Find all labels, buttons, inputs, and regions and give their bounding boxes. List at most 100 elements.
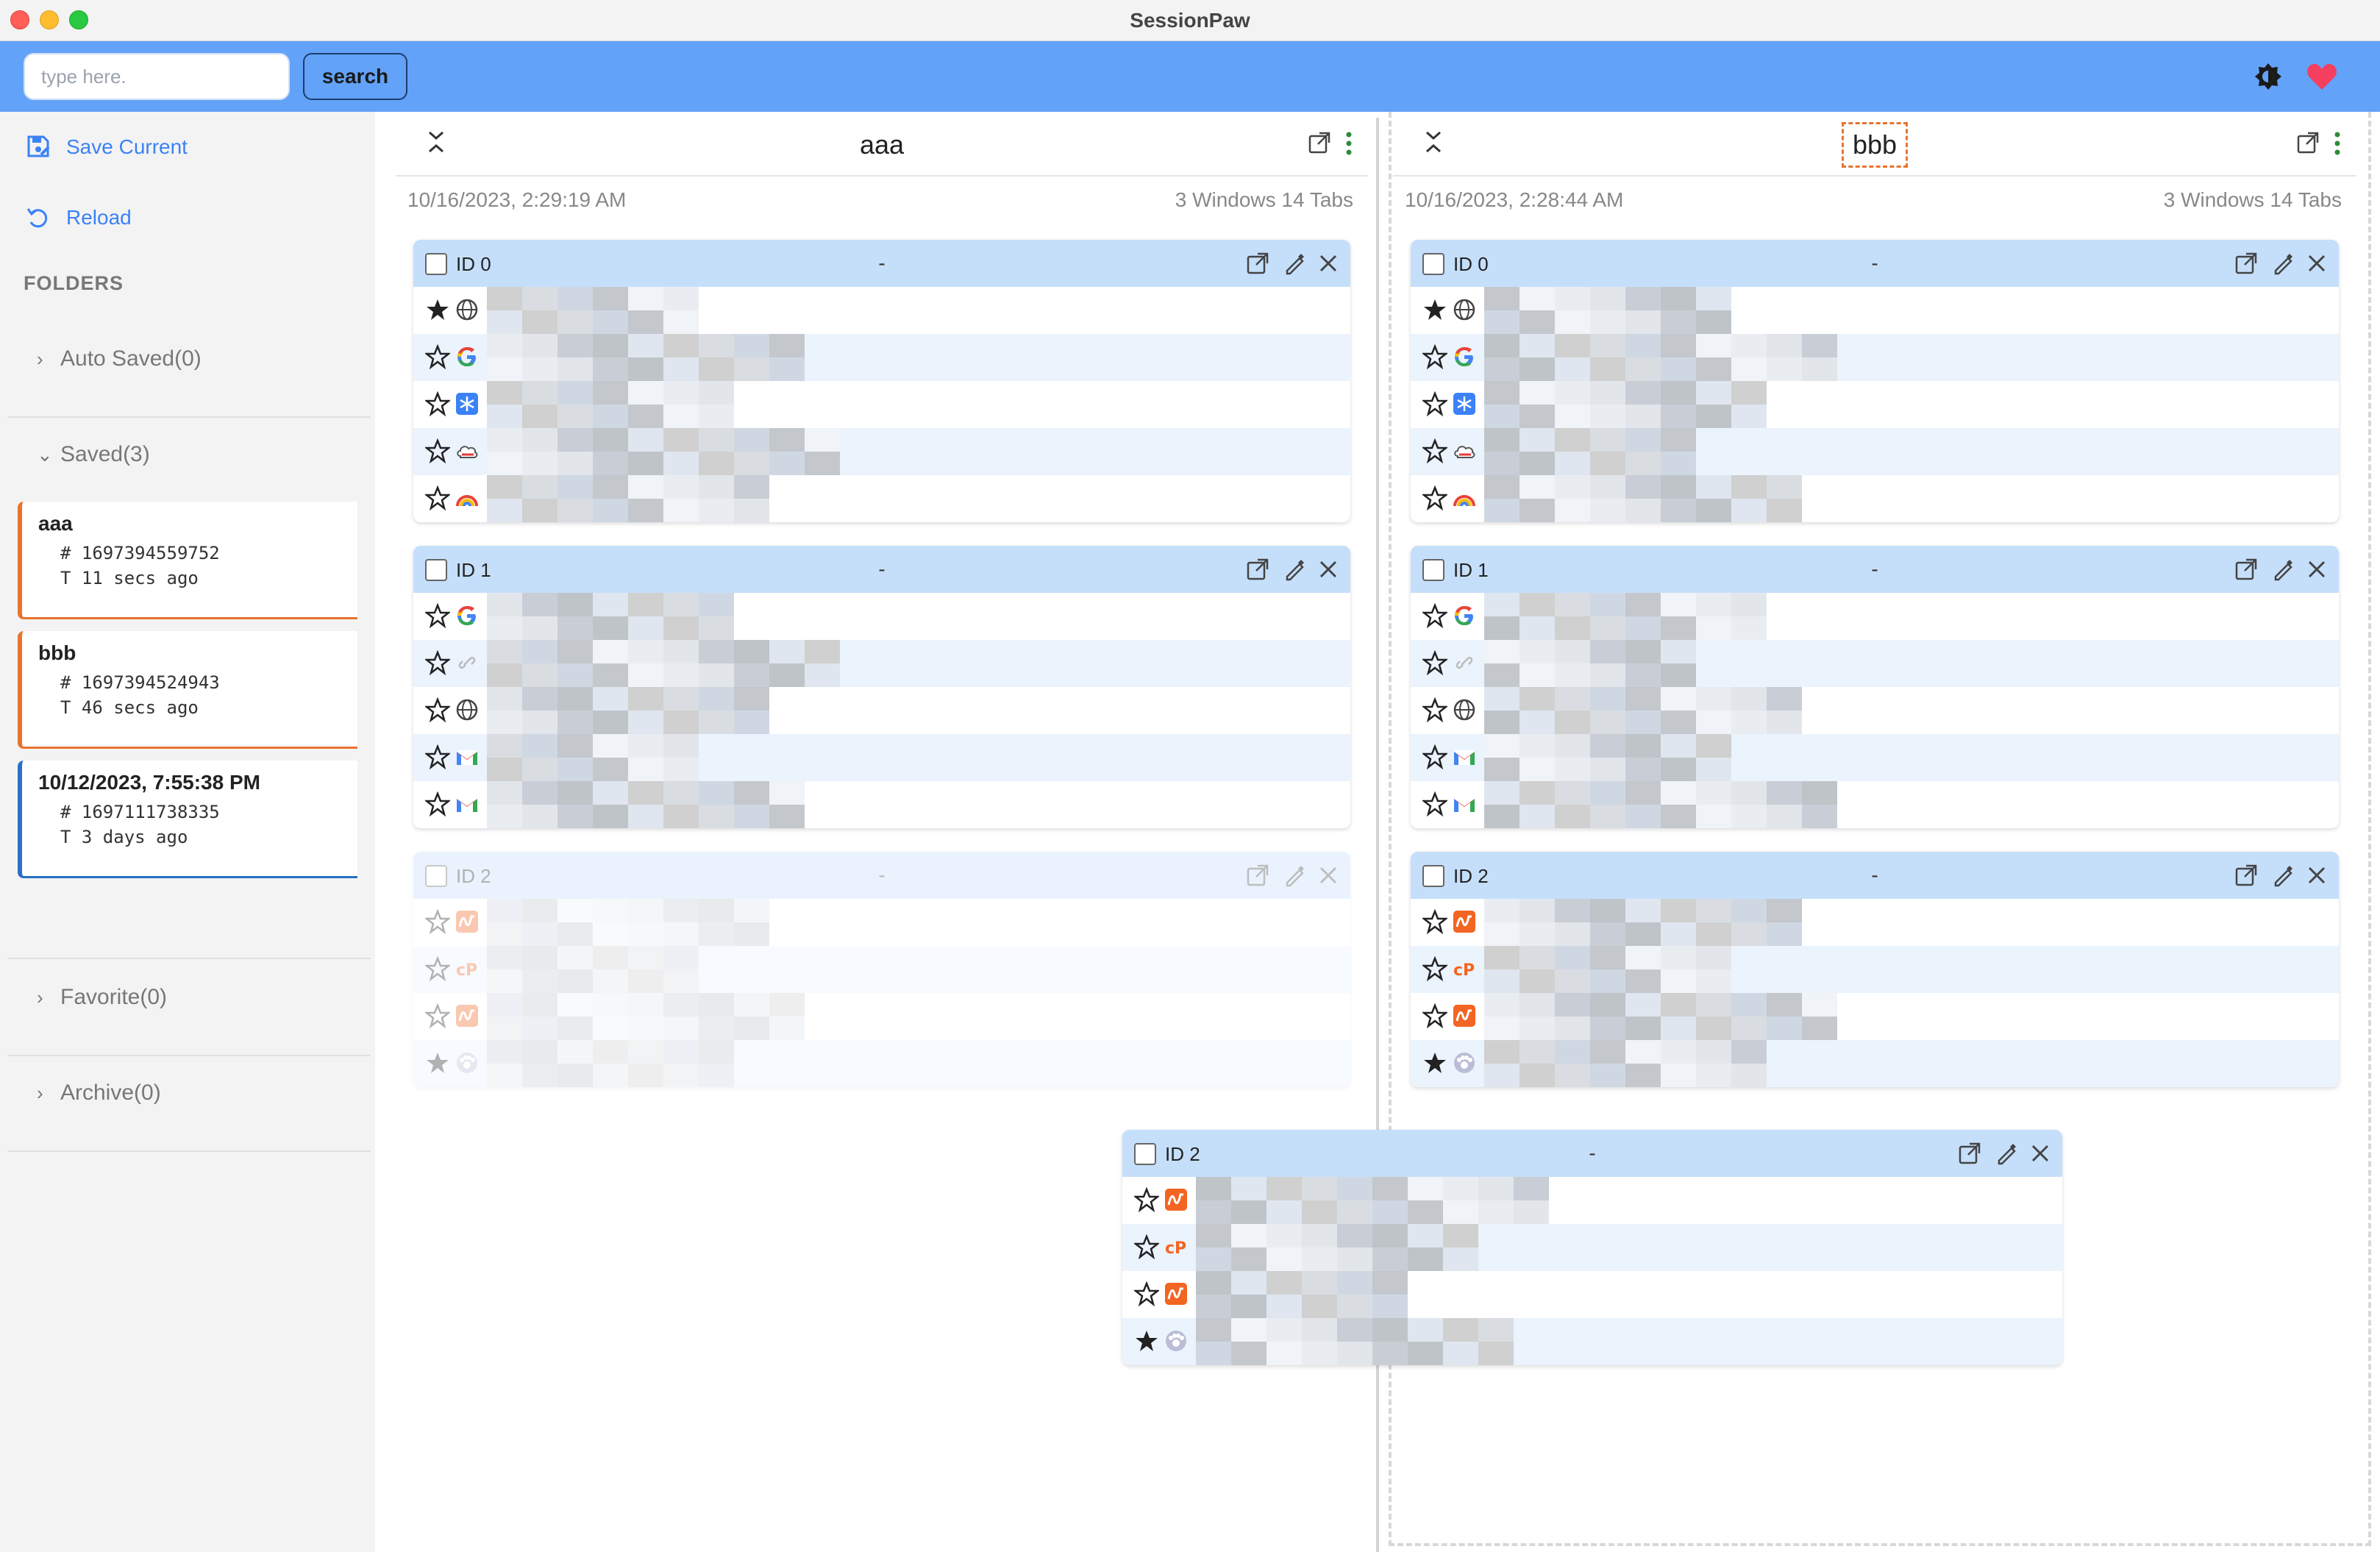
star-icon[interactable] bbox=[1422, 650, 1447, 675]
star-icon[interactable] bbox=[425, 791, 450, 816]
tab-row[interactable] bbox=[413, 993, 1350, 1040]
close-icon[interactable] bbox=[2305, 252, 2329, 275]
star-icon[interactable] bbox=[1134, 1234, 1159, 1259]
window-card[interactable]: ID 1- bbox=[1411, 546, 2339, 828]
tab-row[interactable] bbox=[1411, 781, 2339, 828]
dragging-window-card[interactable]: ID 2- cP bbox=[1122, 1130, 2062, 1365]
tab-row[interactable] bbox=[1411, 475, 2339, 522]
star-icon[interactable] bbox=[1422, 438, 1447, 463]
open-window-icon[interactable] bbox=[2234, 558, 2258, 581]
tab-row[interactable]: cP bbox=[413, 946, 1350, 993]
tab-row[interactable] bbox=[413, 734, 1350, 781]
tab-row[interactable] bbox=[1411, 993, 2339, 1040]
tab-row[interactable] bbox=[1411, 734, 2339, 781]
star-icon[interactable] bbox=[1422, 603, 1447, 628]
open-session-icon[interactable] bbox=[1308, 131, 1333, 156]
star-icon[interactable] bbox=[1134, 1187, 1159, 1212]
close-icon[interactable] bbox=[1317, 864, 1340, 887]
star-icon[interactable] bbox=[1422, 909, 1447, 934]
folder-auto-saved[interactable]: › Auto Saved(0) bbox=[37, 343, 202, 375]
edit-icon[interactable] bbox=[1995, 1142, 2018, 1165]
star-icon[interactable] bbox=[1422, 391, 1447, 416]
star-icon[interactable] bbox=[425, 344, 450, 369]
edit-icon[interactable] bbox=[2271, 864, 2295, 887]
open-window-icon[interactable] bbox=[2234, 864, 2258, 887]
star-icon[interactable] bbox=[425, 1003, 450, 1028]
panel-title[interactable]: aaa bbox=[860, 129, 904, 160]
tab-row[interactable] bbox=[413, 475, 1350, 522]
tab-row[interactable] bbox=[1411, 899, 2339, 946]
tab-row[interactable] bbox=[1122, 1177, 2062, 1224]
edit-icon[interactable] bbox=[2271, 558, 2295, 581]
edit-icon[interactable] bbox=[2271, 252, 2295, 275]
star-icon[interactable] bbox=[425, 744, 450, 769]
tab-row[interactable] bbox=[1411, 428, 2339, 475]
open-window-icon[interactable] bbox=[1958, 1142, 1981, 1165]
tab-row[interactable] bbox=[1411, 687, 2339, 734]
edit-icon[interactable] bbox=[1283, 252, 1306, 275]
window-card[interactable]: ID 0- bbox=[1411, 240, 2339, 522]
folder-saved[interactable]: ⌄ Saved(3) bbox=[37, 438, 150, 471]
star-icon[interactable] bbox=[1422, 697, 1447, 722]
session-card-aaa[interactable]: aaa # 1697394559752 T 11 secs ago bbox=[18, 502, 357, 619]
close-icon[interactable] bbox=[1317, 252, 1340, 275]
open-window-icon[interactable] bbox=[1246, 252, 1269, 275]
tab-row[interactable] bbox=[413, 287, 1350, 334]
star-icon[interactable] bbox=[1422, 744, 1447, 769]
tab-row[interactable] bbox=[413, 1040, 1350, 1087]
tab-row[interactable] bbox=[413, 428, 1350, 475]
tab-row[interactable] bbox=[413, 687, 1350, 734]
tab-row[interactable] bbox=[1411, 640, 2339, 687]
close-icon[interactable] bbox=[2305, 864, 2329, 887]
folder-archive[interactable]: › Archive(0) bbox=[37, 1077, 161, 1109]
tab-row[interactable] bbox=[413, 640, 1350, 687]
star-filled-icon[interactable] bbox=[1422, 1050, 1447, 1075]
tab-row[interactable]: cP bbox=[1411, 946, 2339, 993]
star-icon[interactable] bbox=[425, 909, 450, 934]
folder-favorite[interactable]: › Favorite(0) bbox=[37, 981, 167, 1014]
star-icon[interactable] bbox=[1422, 956, 1447, 981]
heart-icon[interactable] bbox=[2306, 62, 2337, 91]
tab-row[interactable] bbox=[1411, 287, 2339, 334]
search-button[interactable]: search bbox=[303, 53, 407, 100]
close-icon[interactable] bbox=[2028, 1142, 2052, 1165]
tab-row[interactable] bbox=[1122, 1271, 2062, 1318]
edit-icon[interactable] bbox=[1283, 558, 1306, 581]
star-icon[interactable] bbox=[425, 697, 450, 722]
star-filled-icon[interactable] bbox=[1134, 1328, 1159, 1353]
window-card[interactable]: ID 1- bbox=[413, 546, 1350, 828]
star-icon[interactable] bbox=[425, 603, 450, 628]
session-card-autosave[interactable]: 10/12/2023, 7:55:38 PM # 1697111738335 T… bbox=[18, 761, 357, 878]
star-icon[interactable] bbox=[425, 650, 450, 675]
tab-row[interactable] bbox=[1411, 381, 2339, 428]
open-window-icon[interactable] bbox=[1246, 558, 1269, 581]
window-card[interactable]: ID 2- cP bbox=[1411, 852, 2339, 1087]
more-menu-icon[interactable] bbox=[1344, 131, 1353, 156]
tab-row[interactable] bbox=[1411, 1040, 2339, 1087]
star-icon[interactable] bbox=[1134, 1281, 1159, 1306]
star-icon[interactable] bbox=[1422, 344, 1447, 369]
panel-title[interactable]: bbb bbox=[1841, 122, 1909, 168]
tab-row[interactable] bbox=[413, 781, 1350, 828]
window-card[interactable]: ID 0- bbox=[413, 240, 1350, 522]
tab-row[interactable] bbox=[413, 381, 1350, 428]
open-session-icon[interactable] bbox=[2296, 131, 2321, 156]
tab-row[interactable] bbox=[1122, 1318, 2062, 1365]
star-icon[interactable] bbox=[425, 391, 450, 416]
search-input[interactable] bbox=[24, 53, 290, 100]
session-card-bbb[interactable]: bbb # 1697394524943 T 46 secs ago bbox=[18, 631, 357, 749]
more-menu-icon[interactable] bbox=[2333, 131, 2342, 156]
open-window-icon[interactable] bbox=[1246, 864, 1269, 887]
star-icon[interactable] bbox=[1422, 791, 1447, 816]
star-icon[interactable] bbox=[1422, 485, 1447, 510]
brightness-icon[interactable] bbox=[2253, 62, 2283, 91]
star-icon[interactable] bbox=[425, 956, 450, 981]
close-icon[interactable] bbox=[1317, 558, 1340, 581]
star-filled-icon[interactable] bbox=[425, 1050, 450, 1075]
window-card[interactable]: ID 2- cP bbox=[413, 852, 1350, 1087]
star-icon[interactable] bbox=[1422, 1003, 1447, 1028]
star-icon[interactable] bbox=[425, 485, 450, 510]
edit-icon[interactable] bbox=[1283, 864, 1306, 887]
tab-row[interactable] bbox=[413, 899, 1350, 946]
tab-row[interactable] bbox=[1411, 593, 2339, 640]
